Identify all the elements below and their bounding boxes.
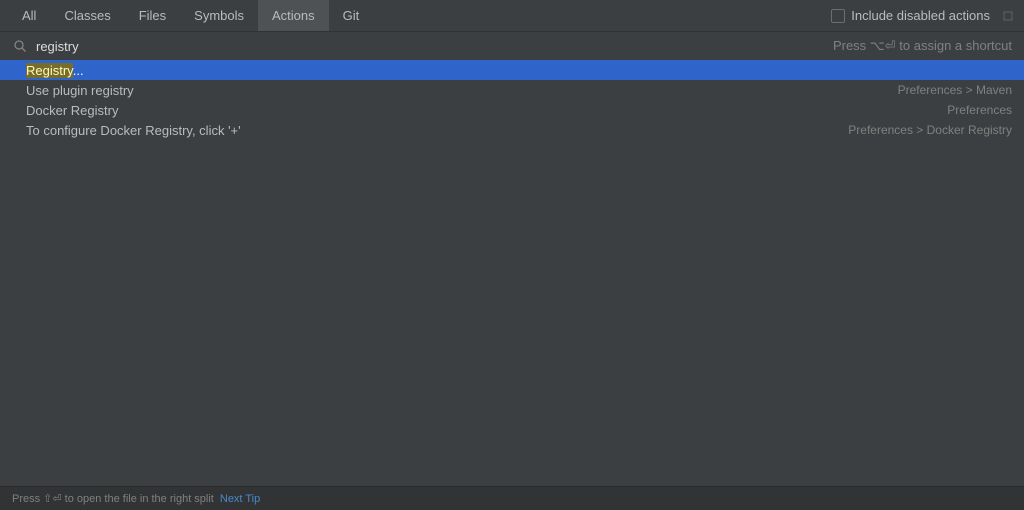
result-row[interactable]: Docker Registry Preferences <box>0 100 1024 120</box>
footer-hint: Press ⇧⏎ to open the file in the right s… <box>12 492 214 505</box>
tabs-container: All Classes Files Symbols Actions Git <box>8 0 373 31</box>
result-label: To configure Docker Registry, click '+' <box>26 123 241 138</box>
result-row[interactable]: To configure Docker Registry, click '+' … <box>0 120 1024 140</box>
search-icon <box>12 38 28 54</box>
result-location: Preferences > Docker Registry <box>848 123 1012 137</box>
tab-actions[interactable]: Actions <box>258 0 329 31</box>
search-input-wrap[interactable] <box>36 39 825 54</box>
result-label: Use plugin registry <box>26 83 134 98</box>
result-location: Preferences <box>947 103 1012 117</box>
pin-icon[interactable] <box>1000 8 1016 24</box>
result-label: Docker Registry <box>26 103 118 118</box>
tab-git[interactable]: Git <box>329 0 374 31</box>
search-row: Press ⌥⏎ to assign a shortcut <box>0 32 1024 60</box>
footer: Press ⇧⏎ to open the file in the right s… <box>0 486 1024 510</box>
checkbox-box <box>831 9 845 23</box>
result-label: Registry... <box>26 63 84 78</box>
tab-bar: All Classes Files Symbols Actions Git In… <box>0 0 1024 32</box>
tab-all[interactable]: All <box>8 0 50 31</box>
search-input[interactable] <box>36 39 825 54</box>
tab-classes[interactable]: Classes <box>50 0 124 31</box>
right-controls: Include disabled actions <box>831 8 1016 24</box>
result-row[interactable]: Registry... <box>0 60 1024 80</box>
result-location: Preferences > Maven <box>898 83 1012 97</box>
tab-symbols[interactable]: Symbols <box>180 0 258 31</box>
shortcut-hint: Press ⌥⏎ to assign a shortcut <box>833 38 1012 54</box>
tab-files[interactable]: Files <box>125 0 180 31</box>
result-row[interactable]: Use plugin registry Preferences > Maven <box>0 80 1024 100</box>
results-list: Registry... Use plugin registry Preferen… <box>0 60 1024 140</box>
checkbox-label: Include disabled actions <box>851 8 990 23</box>
include-disabled-checkbox[interactable]: Include disabled actions <box>831 8 990 23</box>
next-tip-link[interactable]: Next Tip <box>220 493 260 505</box>
